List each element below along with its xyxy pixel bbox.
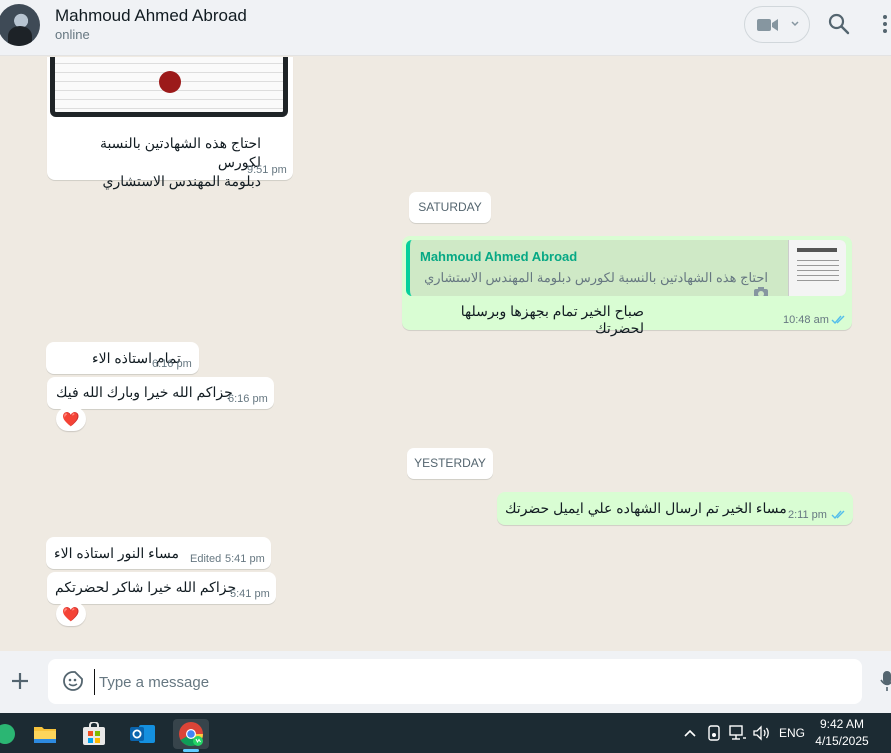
store-icon	[83, 722, 105, 745]
quoted-text: احتاج هذه الشهادتين بالنسبة لكورس دبلومة…	[410, 270, 768, 296]
message-input[interactable]	[94, 669, 834, 695]
taskbar-app-partial[interactable]	[0, 719, 24, 749]
app-circle-icon	[0, 724, 15, 744]
message-time: 5:41 pm	[230, 588, 270, 600]
read-ticks-icon	[831, 510, 845, 520]
message-time: 5:41 pm	[225, 553, 265, 565]
message-edited-label: Edited	[190, 553, 222, 565]
message-text: مساء الخير تم ارسال الشهاده علي ايميل حض…	[505, 500, 787, 516]
menu-dots-icon[interactable]	[882, 14, 888, 34]
message-input-box[interactable]	[48, 659, 862, 704]
network-icon[interactable]	[729, 725, 747, 741]
message-caption: احتاج هذه الشهادتين بالنسبة لكورس دبلومة…	[99, 135, 261, 189]
windows-taskbar: ENG 9:42 AM 4/15/2025	[0, 713, 891, 753]
quoted-message[interactable]: Mahmoud Ahmed Abroad احتاج هذه الشهادتين…	[406, 240, 846, 296]
message-composer	[0, 651, 891, 713]
message-text: جزاكم الله خيرا وبارك الله فيك	[56, 384, 233, 400]
quoted-author: Mahmoud Ahmed Abroad	[420, 249, 578, 264]
taskbar-outlook[interactable]	[125, 719, 161, 749]
message-reply-outgoing[interactable]: Mahmoud Ahmed Abroad احتاج هذه الشهادتين…	[402, 236, 852, 336]
message-incoming[interactable]: جزاكم الله خيرا شاكر لحضرتكم 5:41 pm	[47, 572, 276, 604]
message-time: 9:51 pm	[247, 164, 287, 176]
message-outgoing[interactable]: مساء الخير تم ارسال الشهاده علي ايميل حض…	[497, 492, 853, 525]
input-language[interactable]: ENG	[779, 726, 805, 740]
quoted-image-thumbnail	[788, 240, 846, 296]
folder-icon	[34, 727, 56, 743]
device-icon[interactable]	[707, 725, 721, 741]
reaction-badge[interactable]: ❤️	[56, 602, 86, 626]
video-call-button[interactable]	[744, 6, 810, 43]
contact-avatar[interactable]	[0, 4, 40, 46]
taskbar-chrome-whatsapp[interactable]	[173, 719, 209, 752]
contact-name[interactable]: Mahmoud Ahmed Abroad	[55, 6, 247, 26]
message-time: 6:16 pm	[152, 358, 192, 370]
search-icon[interactable]	[828, 13, 850, 35]
camera-icon	[754, 287, 768, 296]
video-camera-icon	[757, 19, 778, 31]
reaction-badge[interactable]: ❤️	[56, 407, 86, 431]
chat-header: Mahmoud Ahmed Abroad online	[0, 0, 891, 56]
message-text: جزاكم الله خيرا شاكر لحضرتكم	[55, 579, 237, 595]
message-time: 6:16 pm	[228, 393, 268, 405]
chevron-up-icon[interactable]	[683, 728, 697, 738]
microphone-icon[interactable]	[880, 670, 891, 692]
certificate-image[interactable]	[50, 57, 288, 117]
outlook-icon	[130, 725, 155, 743]
message-incoming[interactable]: مساء النور استاذه الاء Edited 5:41 pm	[46, 537, 271, 569]
taskbar-store[interactable]	[76, 719, 112, 749]
taskbar-file-explorer[interactable]	[27, 719, 63, 749]
message-incoming[interactable]: جزاكم الله خيرا وبارك الله فيك 6:16 pm	[47, 377, 274, 409]
read-ticks-icon	[831, 315, 845, 325]
sticker-emoji-icon[interactable]	[62, 670, 84, 692]
contact-status: online	[55, 27, 90, 42]
message-image-incoming[interactable]: احتاج هذه الشهادتين بالنسبة لكورس دبلومة…	[47, 57, 293, 189]
seal-icon	[159, 71, 181, 93]
volume-icon[interactable]	[753, 725, 771, 741]
chrome-icon	[179, 722, 203, 747]
message-text: صباح الخير تمام بجهزها وبرسلها لحضرتك	[460, 303, 644, 336]
date-separator: YESTERDAY	[407, 448, 493, 479]
chevron-down-icon	[791, 21, 799, 27]
plus-icon[interactable]	[9, 670, 31, 692]
chat-messages[interactable]: احتاج هذه الشهادتين بالنسبة لكورس دبلومة…	[0, 57, 891, 651]
date-separator: SATURDAY	[409, 192, 491, 223]
message-incoming[interactable]: تمام استاذه الاء 6:16 pm	[46, 342, 199, 374]
system-clock[interactable]: 9:42 AM 4/15/2025	[810, 716, 874, 750]
message-text: مساء النور استاذه الاء	[54, 545, 180, 561]
message-time: 10:48 am	[783, 314, 829, 326]
message-time: 2:11 pm	[788, 509, 827, 521]
